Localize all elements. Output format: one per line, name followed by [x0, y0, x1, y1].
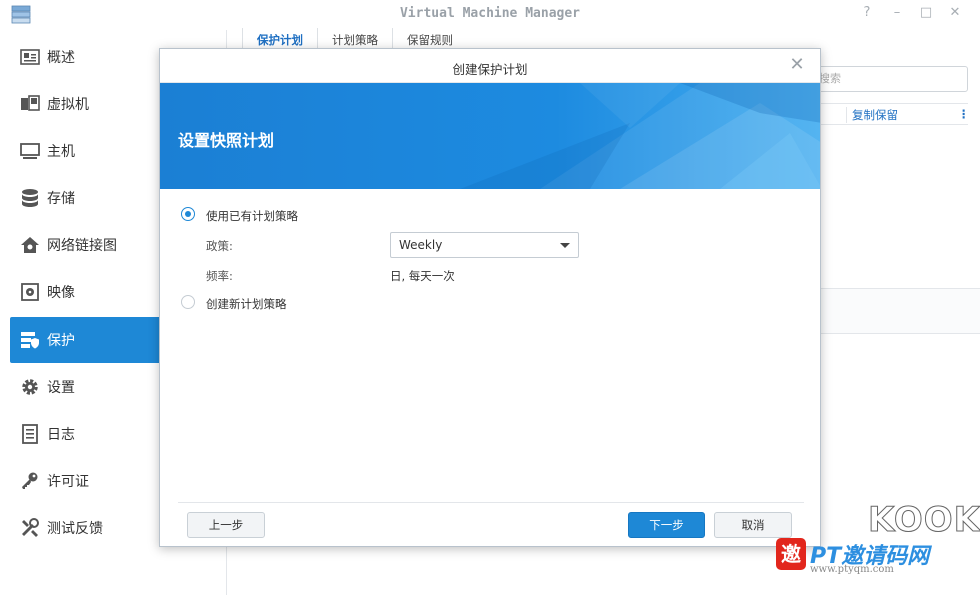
virtual-machine-icon	[19, 93, 41, 115]
sidebar-item-label: 虚拟机	[47, 97, 89, 113]
sidebar-item-host[interactable]: 主机	[10, 128, 160, 174]
help-icon[interactable]: ?	[858, 4, 876, 22]
storage-database-icon	[19, 187, 41, 209]
sidebar-item-label: 许可证	[47, 474, 89, 490]
policy-label: 政策:	[206, 239, 233, 253]
app-title: Virtual Machine Manager	[399, 6, 580, 21]
next-button[interactable]: 下一步	[628, 512, 705, 538]
detail-panel-strip	[820, 288, 980, 334]
previous-button[interactable]: 上一步	[187, 512, 265, 538]
sidebar-item-feedback[interactable]: 测试反馈	[10, 505, 160, 551]
sidebar-item-storage[interactable]: 存储	[10, 175, 160, 221]
key-icon	[19, 470, 41, 492]
close-icon[interactable]: ✕	[788, 56, 806, 74]
create-protection-plan-dialog: 创建保护计划 ✕ 设置快照计划 使用已有计划策略 政策: Weekly 频率: …	[159, 48, 821, 547]
tab-protection-plan[interactable]: 保护计划	[242, 28, 317, 50]
overview-icon	[19, 46, 41, 68]
sidebar-item-settings[interactable]: 设置	[10, 364, 160, 410]
app-titlebar: Virtual Machine Manager ? – □ ✕	[0, 0, 980, 28]
maximize-icon[interactable]: □	[917, 4, 935, 22]
sidebar: 概述 虚拟机 主机 存储 网络链接图 映像 保护 设置 日志 许可证 测试反馈	[0, 30, 160, 595]
sidebar-item-log[interactable]: 日志	[10, 411, 160, 457]
policy-select[interactable]: Weekly	[390, 232, 579, 258]
watermark-url: www.ptyqm.com	[810, 564, 894, 575]
sidebar-item-label: 保护	[47, 333, 75, 349]
protection-icon	[19, 329, 41, 351]
log-list-icon	[19, 423, 41, 445]
sidebar-item-image[interactable]: 映像	[10, 269, 160, 315]
dialog-heading: 设置快照计划	[178, 131, 275, 150]
tab-bar: 保护计划 计划策略 保留规则	[242, 28, 467, 50]
gear-icon	[19, 376, 41, 398]
frequency-value: 日, 每天一次	[390, 269, 455, 283]
sidebar-item-license[interactable]: 许可证	[10, 458, 160, 504]
sidebar-item-protection[interactable]: 保护	[10, 317, 160, 363]
dialog-banner: 设置快照计划	[160, 83, 820, 189]
sidebar-item-label: 日志	[47, 427, 75, 443]
option-existing-label[interactable]: 使用已有计划策略	[206, 208, 298, 224]
dialog-title: 创建保护计划	[452, 62, 528, 77]
table-header: 复制保留 ⋮	[820, 103, 970, 125]
tab-plan-policy[interactable]: 计划策略	[317, 28, 392, 50]
footer-divider	[178, 502, 804, 503]
host-monitor-icon	[19, 140, 41, 162]
column-header-copy-retention[interactable]: 复制保留	[852, 107, 898, 123]
wrench-icon	[19, 517, 41, 539]
more-columns-icon[interactable]: ⋮	[958, 107, 970, 121]
sidebar-item-label: 存储	[47, 191, 75, 207]
tab-retention-rules[interactable]: 保留规则	[392, 28, 467, 50]
sidebar-item-overview[interactable]: 概述	[10, 34, 160, 80]
option-new-label[interactable]: 创建新计划策略	[206, 296, 287, 312]
sidebar-item-label: 设置	[47, 380, 75, 396]
frequency-label: 频率:	[206, 269, 233, 283]
sidebar-item-virtual-machine[interactable]: 虚拟机	[10, 81, 160, 127]
sidebar-item-label: 测试反馈	[47, 521, 103, 537]
image-disc-icon	[19, 281, 41, 303]
watermark-badge: 邀	[776, 538, 806, 570]
sidebar-item-label: 映像	[47, 285, 75, 301]
search-input[interactable]: 搜索	[812, 66, 968, 92]
network-home-icon	[19, 234, 41, 256]
radio-create-new-policy[interactable]	[181, 295, 195, 309]
chevron-down-icon	[560, 243, 570, 248]
radio-use-existing-policy[interactable]	[181, 207, 195, 221]
sidebar-item-label: 网络链接图	[47, 238, 117, 254]
dialog-body: 使用已有计划策略 政策: Weekly 频率: 日, 每天一次 创建新计划策略	[160, 189, 820, 499]
sidebar-item-label: 主机	[47, 144, 75, 160]
sidebar-item-label: 概述	[47, 50, 75, 66]
watermark: KOOK 邀 PT邀请码网 www.ptyqm.com	[776, 500, 980, 590]
watermark-brand: KOOK	[868, 500, 980, 541]
column-separator	[846, 107, 847, 123]
minimize-icon[interactable]: –	[888, 4, 906, 22]
sidebar-item-network[interactable]: 网络链接图	[10, 222, 160, 268]
close-window-icon[interactable]: ✕	[946, 4, 964, 22]
dialog-titlebar: 创建保护计划 ✕	[160, 49, 820, 83]
policy-select-value: Weekly	[399, 238, 443, 252]
